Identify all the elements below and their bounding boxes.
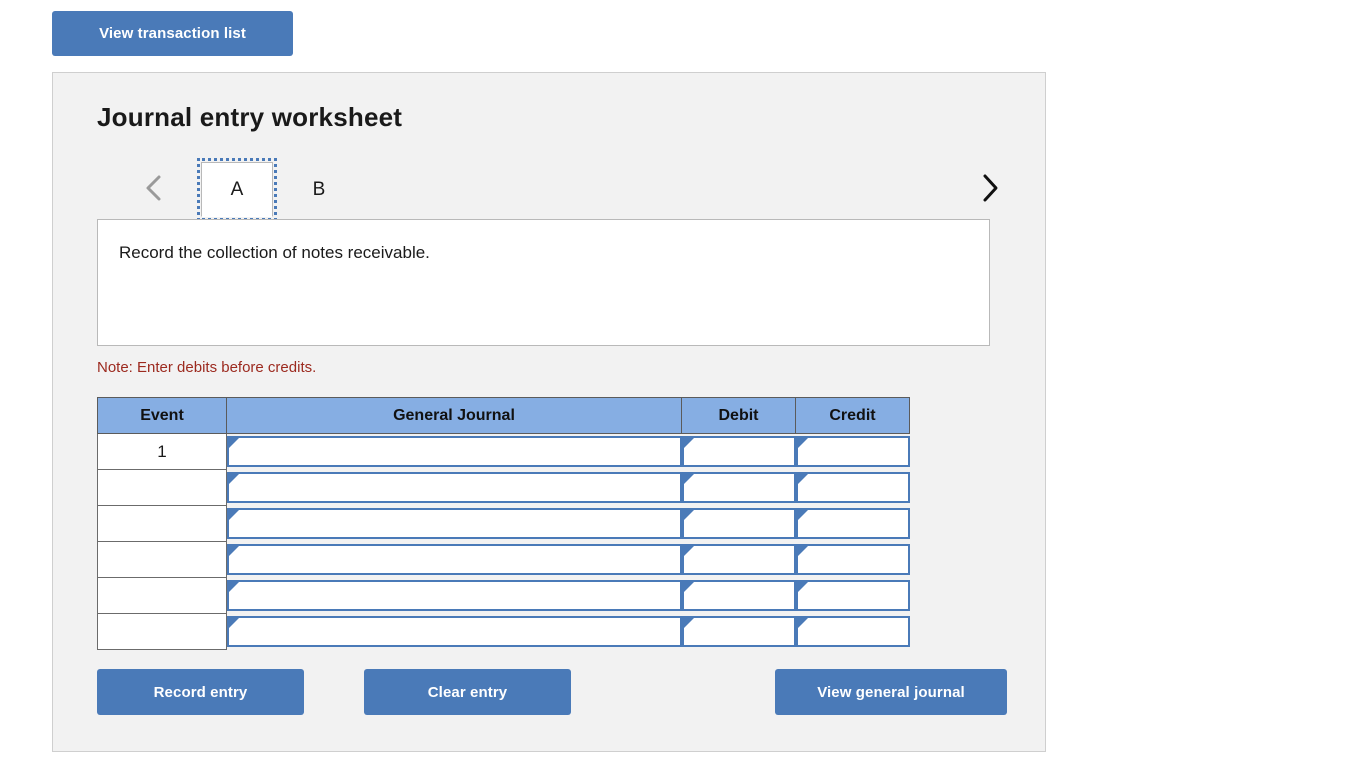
debit-input[interactable]: [683, 474, 794, 501]
view-transaction-list-button[interactable]: View transaction list: [52, 11, 293, 56]
table-row: 1: [97, 433, 910, 470]
credit-input-wrapper[interactable]: [795, 544, 910, 575]
cell-general-journal: [226, 577, 682, 614]
chevron-right-icon[interactable]: [977, 171, 1003, 205]
cell-event: [97, 541, 227, 578]
column-header-credit: Credit: [795, 397, 910, 434]
debit-input[interactable]: [683, 618, 794, 645]
tab-b[interactable]: B: [283, 162, 355, 217]
worksheet-tabstrip: A B: [97, 157, 1003, 221]
cell-event: [97, 613, 227, 650]
cell-general-journal: [226, 613, 682, 650]
credit-input[interactable]: [797, 438, 908, 466]
cell-general-journal: [226, 469, 682, 506]
chevron-left-icon[interactable]: [141, 171, 167, 205]
column-header-event: Event: [97, 397, 227, 434]
transaction-description-text: Record the collection of notes receivabl…: [119, 243, 430, 262]
record-entry-button[interactable]: Record entry: [97, 669, 304, 715]
cell-event: [97, 577, 227, 614]
cell-event: 1: [97, 433, 227, 470]
account-input[interactable]: [229, 438, 680, 466]
journal-entry-table-body: 1: [97, 433, 910, 650]
journal-entry-table: Event General Journal Debit Credit 1: [97, 397, 910, 650]
view-general-journal-button[interactable]: View general journal: [775, 669, 1007, 715]
debit-input-wrapper[interactable]: [681, 616, 796, 647]
credit-input[interactable]: [797, 618, 908, 645]
account-input-wrapper[interactable]: [227, 508, 682, 539]
cell-debit: [681, 613, 796, 650]
cell-debit: [681, 505, 796, 542]
worksheet-action-bar: Record entry Clear entry View general jo…: [97, 669, 1007, 717]
debit-input-wrapper[interactable]: [681, 544, 796, 575]
clear-entry-button[interactable]: Clear entry: [364, 669, 571, 715]
debit-input-wrapper[interactable]: [681, 472, 796, 503]
credit-input[interactable]: [797, 582, 908, 609]
cell-credit: [795, 541, 910, 578]
credit-input[interactable]: [797, 510, 908, 537]
table-row: [97, 613, 910, 650]
tab-a[interactable]: A: [197, 158, 277, 221]
account-input-wrapper[interactable]: [227, 436, 682, 468]
account-input[interactable]: [229, 618, 680, 645]
table-row: [97, 541, 910, 578]
debit-input-wrapper[interactable]: [681, 580, 796, 611]
account-input-wrapper[interactable]: [227, 580, 682, 611]
debit-input[interactable]: [683, 438, 794, 466]
cell-event: [97, 469, 227, 506]
column-header-general-journal: General Journal: [226, 397, 682, 434]
cell-credit: [795, 505, 910, 542]
tab-a-label: A: [230, 178, 244, 200]
account-input[interactable]: [229, 582, 680, 609]
table-row: [97, 505, 910, 542]
debits-before-credits-note: Note: Enter debits before credits.: [97, 359, 317, 376]
column-header-debit: Debit: [681, 397, 796, 434]
cell-event: [97, 505, 227, 542]
credit-input[interactable]: [797, 474, 908, 501]
credit-input[interactable]: [797, 546, 908, 573]
cell-debit: [681, 469, 796, 506]
account-input[interactable]: [229, 546, 680, 573]
cell-general-journal: [226, 505, 682, 542]
cell-general-journal: [226, 433, 682, 470]
table-row: [97, 577, 910, 614]
debit-input[interactable]: [683, 582, 794, 609]
debit-input-wrapper[interactable]: [681, 508, 796, 539]
cell-credit: [795, 469, 910, 506]
cell-debit: [681, 433, 796, 470]
cell-credit: [795, 433, 910, 470]
debit-input[interactable]: [683, 546, 794, 573]
credit-input-wrapper[interactable]: [795, 508, 910, 539]
credit-input-wrapper[interactable]: [795, 580, 910, 611]
cell-debit: [681, 541, 796, 578]
tab-b-label: B: [312, 178, 326, 200]
table-row: [97, 469, 910, 506]
cell-debit: [681, 577, 796, 614]
debit-input-wrapper[interactable]: [681, 436, 796, 468]
transaction-description-box: Record the collection of notes receivabl…: [97, 219, 990, 346]
cell-general-journal: [226, 541, 682, 578]
credit-input-wrapper[interactable]: [795, 436, 910, 468]
cell-credit: [795, 577, 910, 614]
cell-credit: [795, 613, 910, 650]
account-input-wrapper[interactable]: [227, 616, 682, 647]
debit-input[interactable]: [683, 510, 794, 537]
account-input-wrapper[interactable]: [227, 544, 682, 575]
credit-input-wrapper[interactable]: [795, 616, 910, 647]
top-toolbar: View transaction list: [52, 11, 293, 56]
account-input[interactable]: [229, 474, 680, 501]
page-title: Journal entry worksheet: [97, 102, 403, 132]
table-header-row: Event General Journal Debit Credit: [97, 397, 910, 434]
account-input-wrapper[interactable]: [227, 472, 682, 503]
account-input[interactable]: [229, 510, 680, 537]
journal-entry-worksheet-panel: Journal entry worksheet A B Record the c…: [52, 72, 1046, 752]
credit-input-wrapper[interactable]: [795, 472, 910, 503]
